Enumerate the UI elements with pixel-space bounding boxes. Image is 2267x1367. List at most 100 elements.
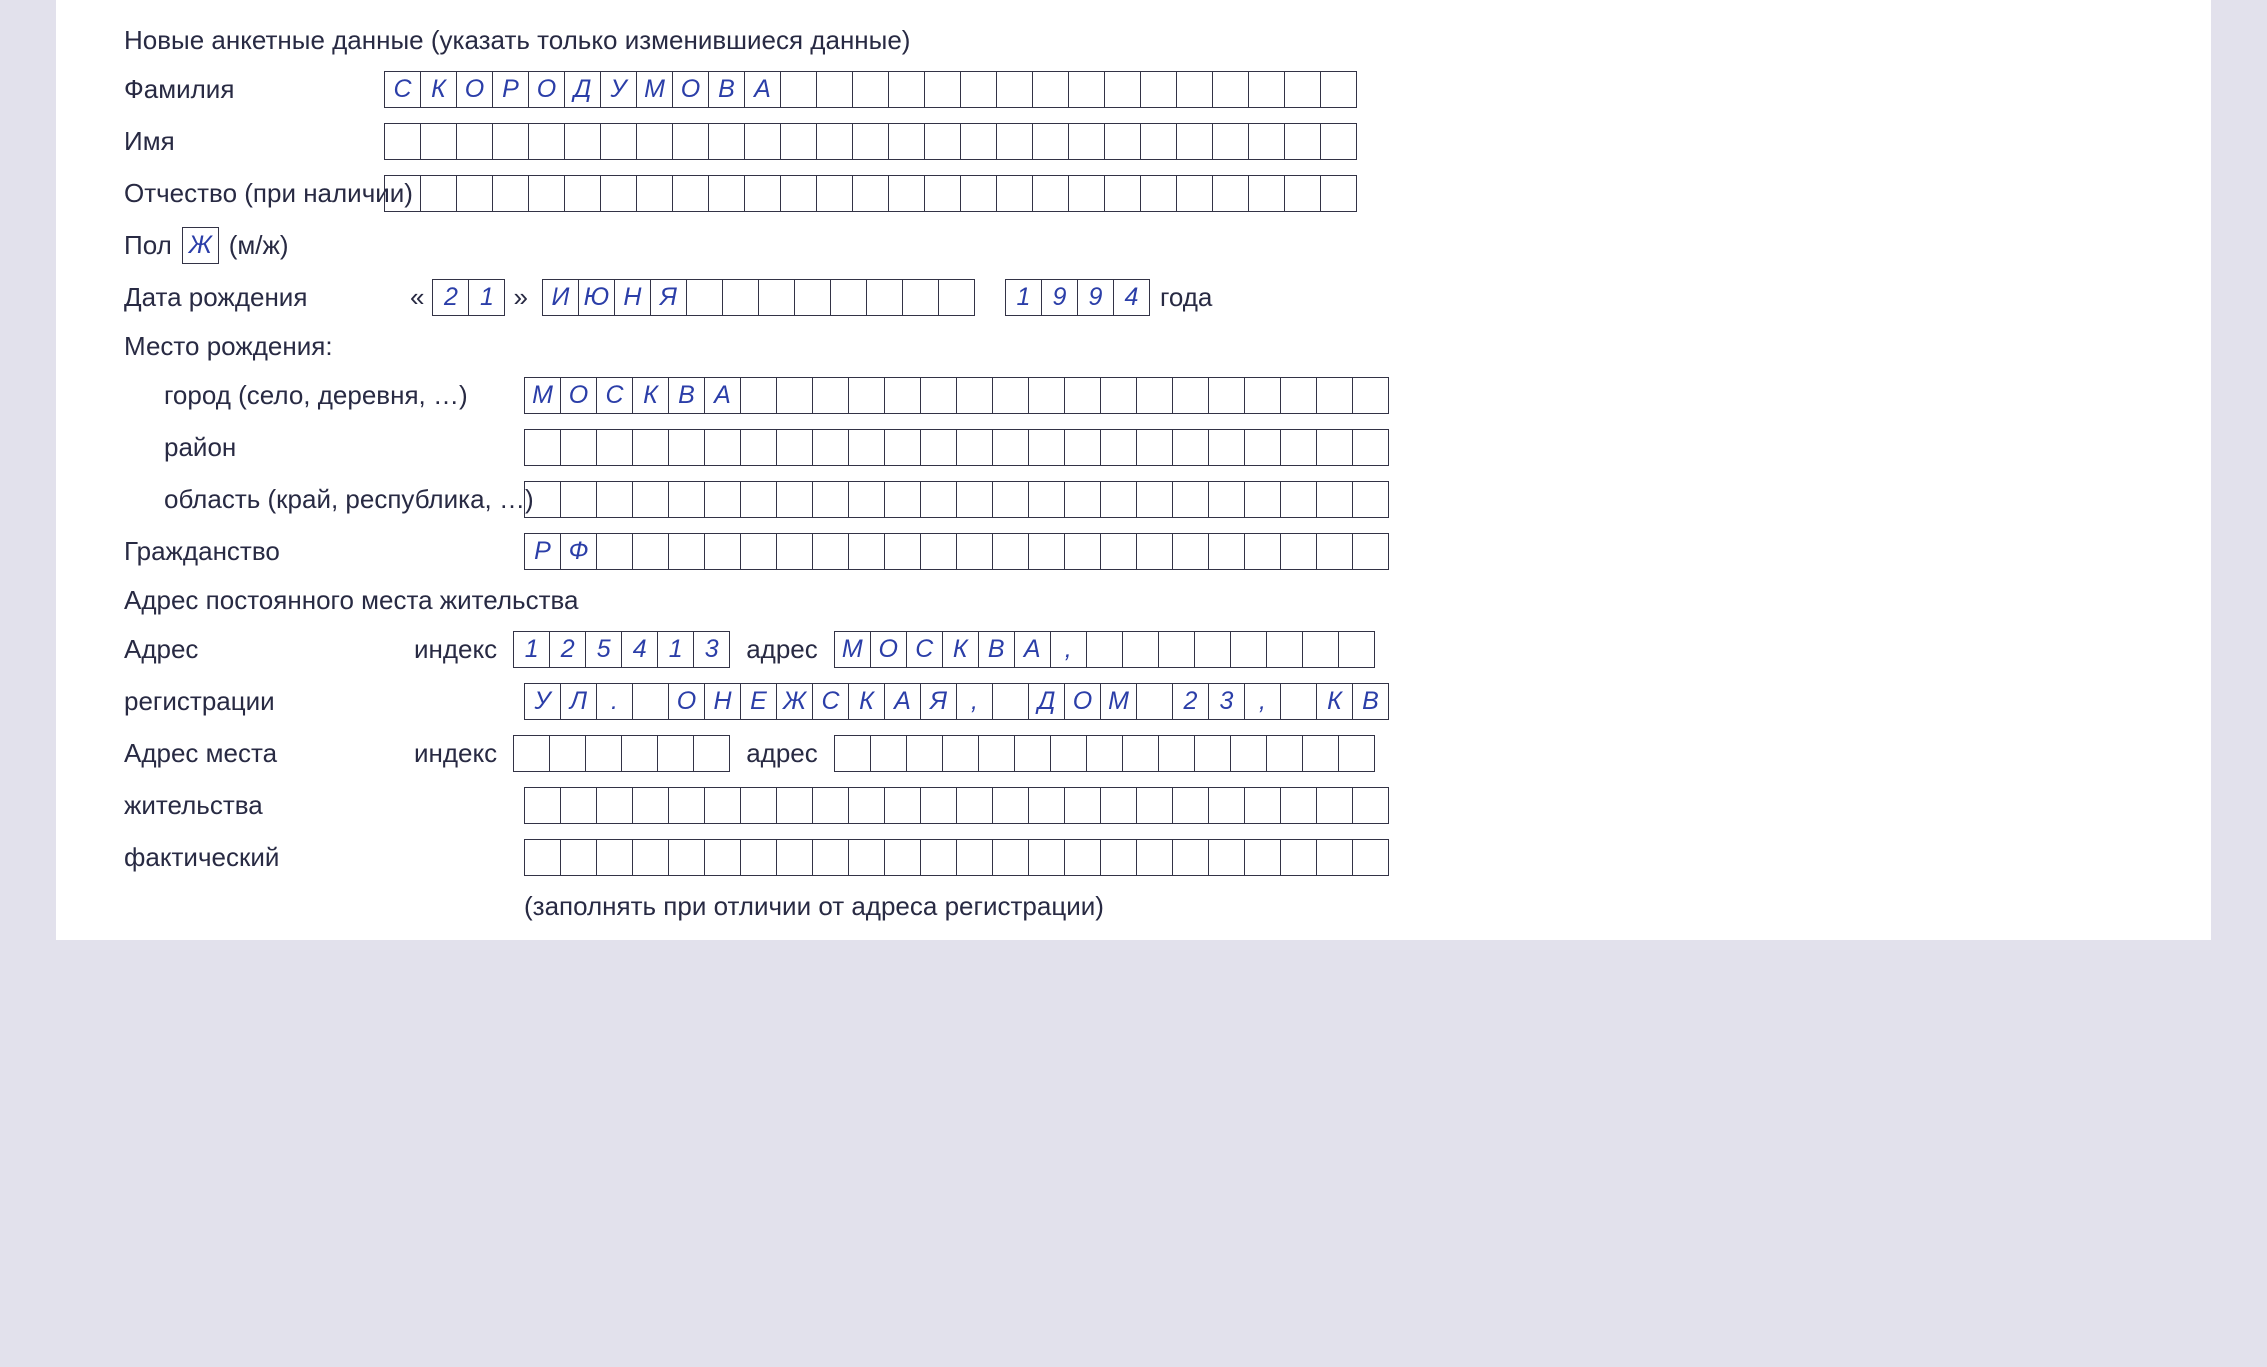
cell[interactable]: , [956, 683, 993, 720]
cell[interactable] [1136, 481, 1173, 518]
cell[interactable] [960, 123, 997, 160]
cell[interactable] [834, 735, 871, 772]
cell[interactable] [992, 839, 1029, 876]
cell[interactable] [1284, 123, 1321, 160]
cell[interactable] [596, 429, 633, 466]
cell[interactable]: 3 [693, 631, 730, 668]
cell[interactable]: С [596, 377, 633, 414]
cell[interactable] [621, 735, 658, 772]
cells-name[interactable] [384, 123, 1357, 160]
cell[interactable] [600, 123, 637, 160]
cell[interactable]: 2 [432, 279, 469, 316]
cell[interactable]: М [1100, 683, 1137, 720]
cell[interactable] [1208, 429, 1245, 466]
cell[interactable] [992, 533, 1029, 570]
cell[interactable] [816, 71, 853, 108]
cell[interactable] [1212, 71, 1249, 108]
cell[interactable] [668, 533, 705, 570]
cell[interactable] [1104, 71, 1141, 108]
cells-district[interactable] [524, 429, 1389, 466]
cell[interactable] [992, 683, 1029, 720]
cell[interactable]: Я [650, 279, 687, 316]
cell[interactable] [560, 481, 597, 518]
cell[interactable] [1136, 787, 1173, 824]
cell[interactable] [632, 481, 669, 518]
cell[interactable] [884, 481, 921, 518]
cell[interactable] [848, 839, 885, 876]
cell[interactable] [996, 71, 1033, 108]
cell[interactable]: 9 [1041, 279, 1078, 316]
cell[interactable] [1244, 787, 1281, 824]
cell[interactable] [632, 429, 669, 466]
cell[interactable] [420, 175, 457, 212]
cell[interactable]: К [1316, 683, 1353, 720]
cell[interactable] [884, 839, 921, 876]
cell[interactable] [1064, 839, 1101, 876]
cell[interactable] [1136, 533, 1173, 570]
cell[interactable] [1194, 735, 1231, 772]
cell[interactable] [1352, 481, 1389, 518]
cell[interactable] [1280, 377, 1317, 414]
cell[interactable] [1316, 377, 1353, 414]
cell[interactable] [596, 481, 633, 518]
cell[interactable] [1266, 735, 1303, 772]
cell[interactable] [1176, 71, 1213, 108]
cell[interactable] [852, 71, 889, 108]
cell[interactable] [693, 735, 730, 772]
cell[interactable] [956, 787, 993, 824]
cell[interactable] [1266, 631, 1303, 668]
cell[interactable]: Р [492, 71, 529, 108]
cell[interactable] [1280, 481, 1317, 518]
cell[interactable] [812, 787, 849, 824]
cell[interactable] [956, 533, 993, 570]
cell[interactable] [902, 279, 939, 316]
cells-dob-day[interactable]: 21 [432, 279, 505, 316]
cells-surname[interactable]: СКОРОДУМОВА [384, 71, 1357, 108]
cell[interactable]: 2 [549, 631, 586, 668]
cell[interactable]: О [1064, 683, 1101, 720]
cell[interactable] [1194, 631, 1231, 668]
cell[interactable] [924, 123, 961, 160]
cell[interactable]: 1 [1005, 279, 1042, 316]
cell[interactable] [722, 279, 759, 316]
cell[interactable] [888, 123, 925, 160]
cell[interactable]: 1 [513, 631, 550, 668]
cell[interactable] [812, 377, 849, 414]
cell[interactable] [1172, 787, 1209, 824]
cell[interactable] [1104, 175, 1141, 212]
cell[interactable] [888, 175, 925, 212]
cell[interactable] [596, 533, 633, 570]
cell[interactable] [708, 123, 745, 160]
cell[interactable] [1172, 429, 1209, 466]
cell[interactable] [1050, 735, 1087, 772]
cell[interactable] [1176, 175, 1213, 212]
cells-patronymic[interactable] [384, 175, 1357, 212]
cell[interactable] [704, 839, 741, 876]
cell[interactable] [830, 279, 867, 316]
cell[interactable] [1208, 533, 1245, 570]
cell[interactable] [780, 71, 817, 108]
cell[interactable] [492, 123, 529, 160]
cell[interactable] [852, 175, 889, 212]
cell[interactable] [1352, 533, 1389, 570]
cell[interactable] [1302, 735, 1339, 772]
cell[interactable] [744, 123, 781, 160]
cell[interactable]: А [1014, 631, 1051, 668]
cell[interactable] [1086, 735, 1123, 772]
cell[interactable] [632, 787, 669, 824]
cells-reg-index[interactable]: 125413 [513, 631, 730, 668]
cell[interactable] [812, 839, 849, 876]
cells-sex[interactable]: Ж [182, 227, 219, 264]
cell[interactable] [848, 481, 885, 518]
cell[interactable] [1032, 175, 1069, 212]
cell[interactable] [1158, 631, 1195, 668]
cell[interactable] [1172, 839, 1209, 876]
cell[interactable] [1086, 631, 1123, 668]
cell[interactable] [1028, 533, 1065, 570]
cell[interactable] [596, 787, 633, 824]
cell[interactable]: К [942, 631, 979, 668]
cell[interactable] [1068, 175, 1105, 212]
cell[interactable] [1244, 481, 1281, 518]
cell[interactable] [1140, 123, 1177, 160]
cell[interactable]: Н [704, 683, 741, 720]
